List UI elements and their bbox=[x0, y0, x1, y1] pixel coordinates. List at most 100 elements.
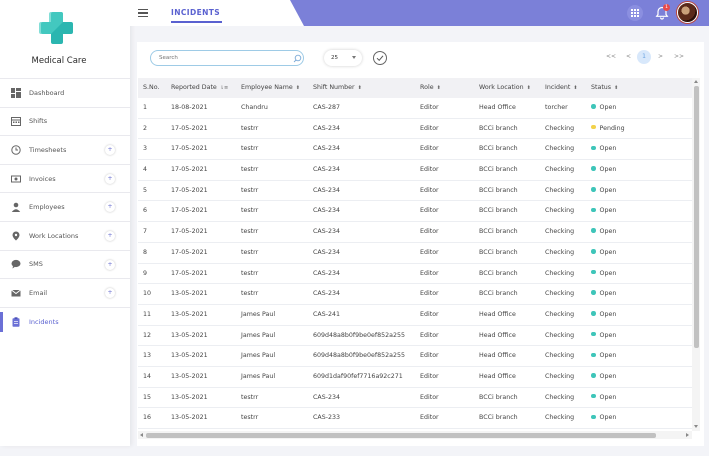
cell-shift-number: CAS-234 bbox=[313, 269, 340, 277]
sidebar-item-work-locations[interactable]: Work Locations + bbox=[0, 220, 130, 250]
cell-shift-number: CAS-234 bbox=[313, 228, 340, 236]
check-icon[interactable] bbox=[373, 51, 387, 65]
sidebar-item-label: Employees bbox=[29, 203, 65, 212]
scroll-down-arrow-icon[interactable] bbox=[693, 425, 698, 428]
expand-plus-icon[interactable]: + bbox=[105, 230, 115, 241]
sidebar-item-shifts[interactable]: Shifts bbox=[0, 106, 130, 136]
cell-reported-date: 13-05-2021 bbox=[171, 414, 208, 422]
sidebar-item-label: Dashboard bbox=[29, 88, 65, 97]
cell-sno: 3 bbox=[143, 145, 148, 153]
clipboard-icon bbox=[10, 316, 22, 328]
cell-incident: Checking bbox=[545, 269, 575, 277]
cell-shift-number: CAS-234 bbox=[313, 393, 340, 401]
cell-incident: Checking bbox=[545, 310, 575, 318]
cell-sno: 15 bbox=[143, 393, 152, 401]
cell-shift-number: CAS-234 bbox=[313, 248, 340, 256]
column-header-reported-date[interactable]: Reported Date ⇂≡ bbox=[171, 78, 228, 98]
clock-icon bbox=[10, 144, 22, 156]
column-header-shift-number[interactable]: Shift Number ⬍ bbox=[313, 78, 362, 98]
cell-employee-name: testrr bbox=[241, 248, 259, 256]
pager-current-page[interactable]: 1 bbox=[637, 50, 651, 64]
sort-icon: ⬍ bbox=[573, 85, 578, 91]
cell-work-location: Head Office bbox=[479, 372, 516, 380]
cell-incident: Checking bbox=[545, 372, 575, 380]
scroll-right-arrow-icon[interactable] bbox=[686, 432, 689, 437]
cell-incident: Checking bbox=[545, 248, 575, 256]
table-row[interactable]: 7 17-05-2021 testrr CAS-234 Editor BCCi branc… bbox=[138, 222, 692, 243]
vertical-scrollbar[interactable] bbox=[692, 78, 700, 431]
expand-plus-icon[interactable]: + bbox=[105, 202, 115, 213]
table-row[interactable]: 5 17-05-2021 testrr CAS-234 Editor BCCi branc… bbox=[138, 181, 692, 202]
table-row[interactable]: 12 13-05-2021 James Paul 609d48a8b0f9be0ef8… bbox=[138, 326, 692, 347]
page-size-select[interactable]: 25 bbox=[324, 50, 362, 66]
pager-next-button[interactable]: > bbox=[658, 50, 663, 64]
tab-underline bbox=[171, 21, 222, 23]
table-row[interactable]: 16 13-05-2021 testrr CAS-233 Editor BCCi bran… bbox=[138, 408, 692, 429]
expand-plus-icon[interactable]: + bbox=[105, 288, 115, 299]
table-row[interactable]: 4 17-05-2021 testrr CAS-234 Editor BCCi branc… bbox=[138, 160, 692, 181]
cell-status: Open bbox=[591, 346, 616, 367]
status-dot-icon bbox=[591, 228, 596, 233]
cell-incident: Checking bbox=[545, 124, 575, 132]
horizontal-scrollbar[interactable] bbox=[138, 431, 692, 439]
sort-icon: ⬍ bbox=[357, 85, 362, 91]
sidebar-item-dashboard[interactable]: Dashboard bbox=[0, 78, 130, 107]
column-header-status[interactable]: Status ⬍ bbox=[591, 78, 618, 98]
mail-icon bbox=[10, 287, 22, 299]
pager-last-button[interactable]: >> bbox=[674, 50, 684, 64]
scrollbar-thumb[interactable] bbox=[693, 86, 699, 348]
cell-incident: torcher bbox=[545, 104, 568, 111]
cell-employee-name: testrr bbox=[241, 393, 259, 401]
table-row[interactable]: 8 17-05-2021 testrr CAS-234 Editor BCCi branc… bbox=[138, 243, 692, 264]
table-row[interactable]: 6 17-05-2021 testrr CAS-234 Editor BCCi branc… bbox=[138, 201, 692, 223]
page-title[interactable]: INCIDENTS bbox=[171, 8, 220, 17]
cell-incident: Checking bbox=[545, 414, 575, 422]
cell-work-location: BCCi branch bbox=[479, 414, 518, 422]
cell-reported-date: 17-05-2021 bbox=[171, 248, 208, 256]
pager-prev-button[interactable]: < bbox=[626, 50, 631, 64]
pager-first-button[interactable]: << bbox=[606, 50, 616, 64]
column-header-employee-name[interactable]: Employee Name ⬍ bbox=[241, 78, 300, 98]
scrollbar-thumb[interactable] bbox=[146, 432, 656, 438]
sidebar-item-incidents[interactable]: Incidents bbox=[0, 306, 130, 336]
sidebar-item-sms[interactable]: SMS + bbox=[0, 249, 130, 279]
sidebar-item-invoices[interactable]: Invoices + bbox=[0, 163, 130, 193]
table-row[interactable]: 10 13-05-2021 testrr CAS-234 Editor BCCi bran… bbox=[138, 284, 692, 305]
apps-grid-icon[interactable] bbox=[627, 5, 643, 21]
expand-plus-icon[interactable]: + bbox=[105, 259, 115, 270]
status-label: Open bbox=[599, 331, 617, 339]
cell-shift-number: CAS-234 bbox=[313, 207, 340, 215]
column-header-work-location[interactable]: Work Location ⬍ bbox=[479, 78, 531, 98]
status-label: Open bbox=[599, 269, 617, 277]
table-row[interactable]: 15 13-05-2021 testrr CAS-234 Editor BCCi bran… bbox=[138, 388, 692, 409]
scroll-left-arrow-icon[interactable] bbox=[140, 432, 143, 437]
table-row[interactable]: 3 17-05-2021 testrr CAS-234 Editor BCCi branc… bbox=[138, 139, 692, 161]
sidebar-item-employees[interactable]: Employees + bbox=[0, 192, 130, 221]
user-avatar[interactable] bbox=[677, 2, 698, 23]
cell-work-location: BCCi branch bbox=[479, 393, 518, 401]
scroll-up-arrow-icon[interactable] bbox=[693, 80, 698, 83]
status-dot-icon bbox=[591, 393, 596, 399]
search-box[interactable] bbox=[150, 50, 304, 66]
cell-reported-date: 17-05-2021 bbox=[171, 269, 208, 277]
expand-plus-icon[interactable]: + bbox=[105, 145, 115, 156]
table-row[interactable]: 2 17-05-2021 testrr CAS-234 Editor BCCi branc… bbox=[138, 119, 692, 140]
expand-plus-icon[interactable]: + bbox=[105, 173, 115, 184]
search-icon[interactable] bbox=[293, 54, 302, 63]
table-row[interactable]: 13 13-05-2021 James Paul 609d48a8b0f9be0ef8… bbox=[138, 346, 692, 367]
sidebar-item-timesheets[interactable]: Timesheets + bbox=[0, 135, 130, 164]
table-row[interactable]: 9 17-05-2021 testrr CAS-234 Editor BCCi branc… bbox=[138, 264, 692, 285]
column-header-sno[interactable]: S.No. bbox=[143, 78, 159, 98]
table-row[interactable]: 14 13-05-2021 James Paul 609d1daf90fef7716a… bbox=[138, 367, 692, 388]
status-label: Open bbox=[599, 393, 617, 401]
column-header-role[interactable]: Role ⬍ bbox=[420, 78, 441, 98]
menu-toggle-icon[interactable] bbox=[138, 9, 148, 17]
search-input[interactable] bbox=[151, 51, 281, 65]
cell-employee-name: testrr bbox=[241, 186, 259, 194]
cell-employee-name: testrr bbox=[241, 124, 259, 132]
sidebar-item-email[interactable]: Email + bbox=[0, 278, 130, 307]
cell-sno: 5 bbox=[143, 186, 148, 194]
table-row[interactable]: 11 13-05-2021 James Paul CAS-241 Editor Head … bbox=[138, 305, 692, 326]
table-row[interactable]: 1 18-08-2021 Chandru CAS-287 Editor Head Offi… bbox=[138, 98, 692, 119]
column-header-incident[interactable]: Incident ⬍ bbox=[545, 78, 578, 98]
